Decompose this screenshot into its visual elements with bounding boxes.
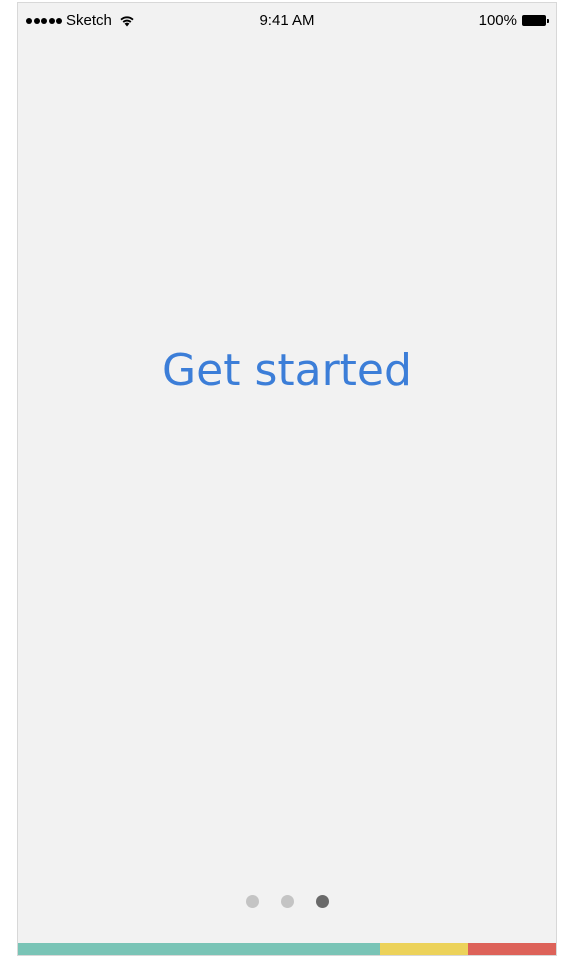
status-time: 9:41 AM bbox=[259, 12, 315, 29]
get-started-button[interactable]: Get started bbox=[18, 345, 556, 396]
color-bar-segment-2 bbox=[380, 943, 468, 955]
page-dot-3[interactable] bbox=[315, 895, 329, 908]
phone-screen: Sketch 9:41 AM 100% Get started bbox=[17, 2, 557, 956]
battery-percentage: 100% bbox=[478, 12, 517, 29]
color-bar-segment-3 bbox=[468, 943, 556, 955]
status-right: 100% bbox=[479, 12, 549, 29]
color-bar bbox=[18, 943, 556, 955]
page-indicator[interactable] bbox=[18, 895, 556, 908]
battery-icon bbox=[522, 15, 549, 26]
status-bar: Sketch 9:41 AM 100% bbox=[18, 3, 556, 41]
page-dot-1[interactable] bbox=[245, 895, 259, 908]
page-dot-2[interactable] bbox=[280, 895, 294, 908]
color-bar-segment-1 bbox=[18, 943, 380, 955]
